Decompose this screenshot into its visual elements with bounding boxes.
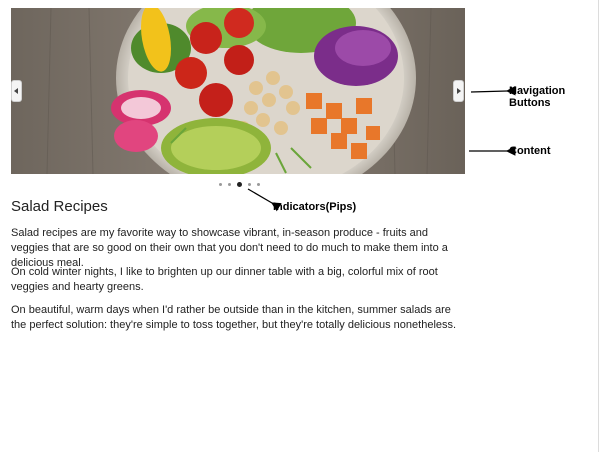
carousel-image <box>11 8 465 174</box>
article-paragraph: On beautiful, warm days when I'd rather … <box>11 304 457 331</box>
carousel-pip-active[interactable] <box>237 181 242 187</box>
carousel-pip[interactable] <box>219 182 222 186</box>
article-paragraph: On cold winter nights, I like to brighte… <box>11 266 438 293</box>
carousel-pip[interactable] <box>248 182 251 186</box>
annotation-content: Content <box>509 145 551 157</box>
carousel-indicators <box>219 181 260 187</box>
carousel-pip[interactable] <box>257 182 260 186</box>
chevron-left-icon <box>14 88 18 94</box>
annotation-navigation-buttons: Navigation Buttons <box>509 85 566 109</box>
arrow-indicators <box>247 188 282 212</box>
annotation-indicators: Indicators(Pips) <box>273 201 357 213</box>
page-title: Salad Recipes <box>11 198 108 215</box>
carousel-pip[interactable] <box>228 182 231 186</box>
page-edge <box>598 0 599 452</box>
carousel-prev-button[interactable] <box>11 80 22 102</box>
chevron-right-icon <box>457 88 461 94</box>
carousel <box>11 8 465 174</box>
carousel-next-button[interactable] <box>453 80 464 102</box>
arrow-navigation-buttons <box>470 85 516 96</box>
